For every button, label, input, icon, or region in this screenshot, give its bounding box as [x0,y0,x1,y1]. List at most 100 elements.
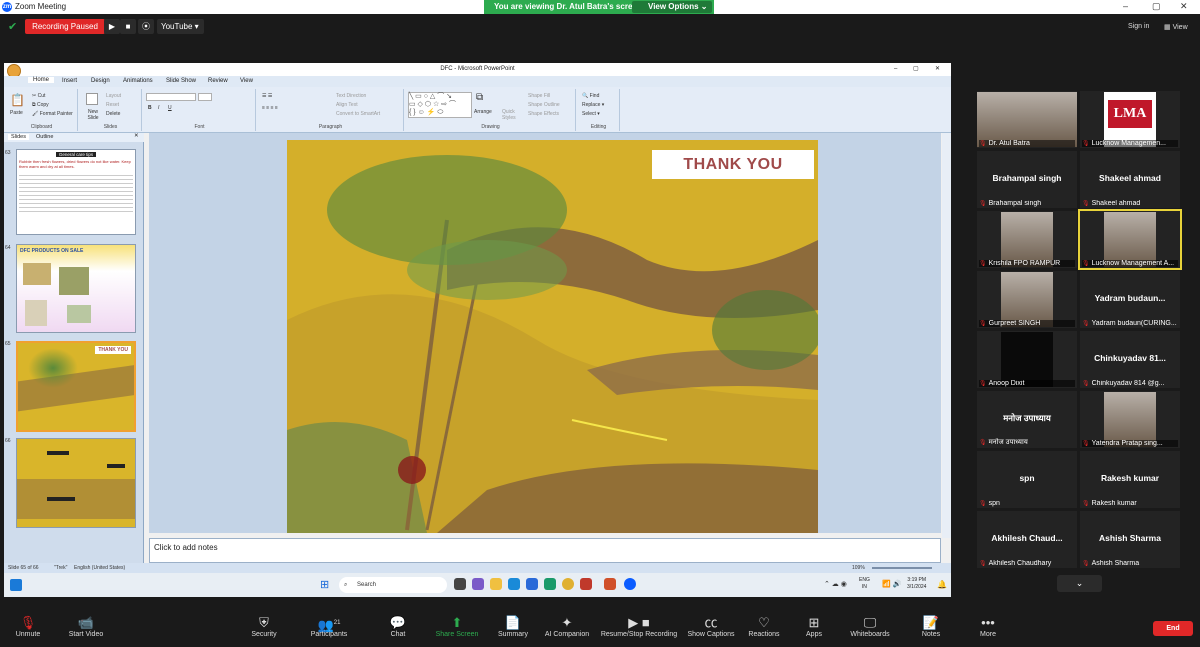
participant-tile[interactable]: Shakeel ahmad 🎙 Shakeel ahmad [1080,151,1180,208]
participant-tile[interactable]: Ashish Sharma 🎙 Ashish Sharma [1080,511,1180,568]
whiteboards-button[interactable]: 🖵 Whiteboards [835,615,905,638]
task-view-icon[interactable] [454,578,466,590]
network-volume-icons[interactable]: 📶 🔊 [882,580,901,588]
more-button[interactable]: ••• More [953,615,1023,638]
arrange-icon[interactable]: ⧉ [476,92,483,103]
new-slide-icon[interactable] [86,93,98,105]
maximize-icon[interactable]: ▢ [1152,1,1161,12]
windows-start-icon[interactable]: ⊞ [320,578,329,591]
current-slide[interactable]: THANK YOU [287,140,818,533]
participant-tile[interactable]: 🎙 Yatendra Pratap sing... [1080,391,1180,448]
shape-effects-button[interactable]: Shape Effects [528,111,559,117]
tab-outline[interactable]: Outline [36,134,53,140]
view-options-button[interactable]: View Options ⌄ [632,1,712,13]
tab-insert[interactable]: Insert [62,78,77,84]
layout-button[interactable]: Layout [106,93,121,99]
participant-tile[interactable]: Akhilesh Chaud... 🎙 Akhilesh Chaudhary [977,511,1077,568]
recording-paused-badge[interactable]: Recording Paused [25,19,105,34]
participant-tile[interactable]: Chinkuyadav 81... 🎙 Chinkuyadav 814 @g... [1080,331,1180,388]
cut-button[interactable]: ✂ Cut [32,93,45,99]
vertical-scrollbar[interactable] [942,133,951,538]
new-slide-button[interactable]: New Slide [83,109,103,121]
teams-icon[interactable] [472,578,484,590]
slide-thumbnail-63[interactable]: General care tips Rubble then fresh flow… [16,149,136,235]
shape-fill-button[interactable]: Shape Fill [528,93,550,99]
participant-tile[interactable]: spn 🎙 spn [977,451,1077,508]
tab-slide-show[interactable]: Slide Show [166,78,196,84]
app-icon[interactable] [544,578,556,590]
participant-tile[interactable]: 🎙 Gurpreet SINGH [977,271,1077,328]
participant-tile[interactable]: 🎙 Krishila FPO RAMPUR [977,211,1077,268]
pp-maximize-icon[interactable]: ▢ [913,63,919,76]
participant-tile[interactable]: 🎙 Dr. Atul Batra [977,91,1077,148]
taskbar-search[interactable]: ⌕ Search [339,577,447,593]
acrobat-icon[interactable] [580,578,592,590]
notification-icon[interactable]: 🔔 [937,580,947,589]
pp-close-icon[interactable]: ✕ [935,63,940,76]
gallery-next-button[interactable]: ⌄ [1057,575,1102,592]
paste-icon[interactable]: 📋 [10,93,25,107]
ai-companion-button[interactable]: ✦ AI Companion [532,615,602,638]
participants-button[interactable]: 👥21 Participants [294,615,364,638]
tab-view[interactable]: View [240,78,253,84]
font-family-select[interactable] [146,93,196,101]
arrange-button[interactable]: Arrange [474,109,492,115]
quick-styles-button[interactable]: Quick Styles [502,109,516,121]
italic-button[interactable]: I [158,105,159,111]
participant-tile[interactable]: 🎙 Anoop Dixit [977,331,1077,388]
tray-icons[interactable]: ⌃ ☁ ◉ [824,580,847,588]
paste-button[interactable]: Paste [10,110,23,116]
edge-icon[interactable] [508,578,520,590]
font-size-select[interactable] [198,93,212,101]
participant-tile[interactable]: Rakesh kumar 🎙 Rakesh kumar [1080,451,1180,508]
reset-button[interactable]: Reset [106,102,119,108]
find-button[interactable]: 🔍 Find [582,93,599,99]
end-meeting-button[interactable]: End [1153,621,1193,636]
tab-review[interactable]: Review [208,78,228,84]
slide-thumbnail-65-selected[interactable]: THANK YOU [16,341,136,432]
participant-tile[interactable]: Brahampal singh 🎙 Brahampal singh [977,151,1077,208]
participant-tile[interactable]: Yadram budaun... 🎙 Yadram budaun(CURING... [1080,271,1180,328]
file-explorer-icon[interactable] [490,578,502,590]
participant-tile[interactable]: 🎙 Lucknow Management A... [1078,209,1182,270]
replace-button[interactable]: Replace ▾ [582,102,604,108]
zoom-slider[interactable] [872,567,932,569]
shield-check-icon[interactable]: ✔ [8,20,18,33]
slide-title[interactable]: THANK YOU [652,150,814,179]
pp-minimize-icon[interactable]: – [894,63,897,76]
text-direction-button[interactable]: Text Direction [336,93,366,99]
language-indicator[interactable]: ENG IN [859,577,870,591]
slide-thumbnail-66[interactable] [16,438,136,528]
livestream-icon[interactable]: ⦿ [138,19,154,34]
notes-field[interactable]: Click to add notes [149,538,941,563]
align-icons[interactable]: ≡ ≡ ≡ ≡ [262,105,278,111]
start-video-button[interactable]: 📹 Start Video [51,615,121,638]
view-button[interactable]: ▦ View [1164,23,1188,31]
align-text-button[interactable]: Align Text [336,102,358,108]
widgets-icon[interactable] [10,579,22,591]
delete-button[interactable]: Delete [106,111,120,117]
minimize-icon[interactable]: – [1123,1,1128,11]
tab-home[interactable]: Home [28,77,55,83]
underline-button[interactable]: U [168,105,172,111]
chrome-icon[interactable] [562,578,574,590]
copy-button[interactable]: ⧉ Copy [32,102,49,108]
bullets-icon[interactable]: ☰ ☰ [262,93,272,99]
format-painter-button[interactable]: 🖌 Format Painter [32,111,73,117]
shape-outline-button[interactable]: Shape Outline [528,102,560,108]
taskbar-clock[interactable]: 3:19 PM 3/1/2024 [907,577,926,591]
bold-button[interactable]: B [148,105,152,111]
recording-button[interactable]: ▶ ■ Resume/Stop Recording [598,615,680,638]
zoom-app-icon[interactable] [624,578,636,590]
close-icon[interactable]: ✕ [1180,1,1188,12]
select-button[interactable]: Select ▾ [582,111,600,117]
tab-animations[interactable]: Animations [123,78,153,84]
participant-tile[interactable]: LMA 🎙 Lucknow Managemen... [1080,91,1180,148]
sign-in-link[interactable]: Sign in [1128,23,1149,30]
stop-icon[interactable]: ■ [120,19,136,34]
smartart-button[interactable]: Convert to SmartArt [336,111,380,117]
tab-slides[interactable]: Slides [8,134,29,140]
play-icon[interactable]: ▶ [104,19,120,34]
security-button[interactable]: ⛨ Security [229,615,299,638]
tab-design[interactable]: Design [91,78,110,84]
